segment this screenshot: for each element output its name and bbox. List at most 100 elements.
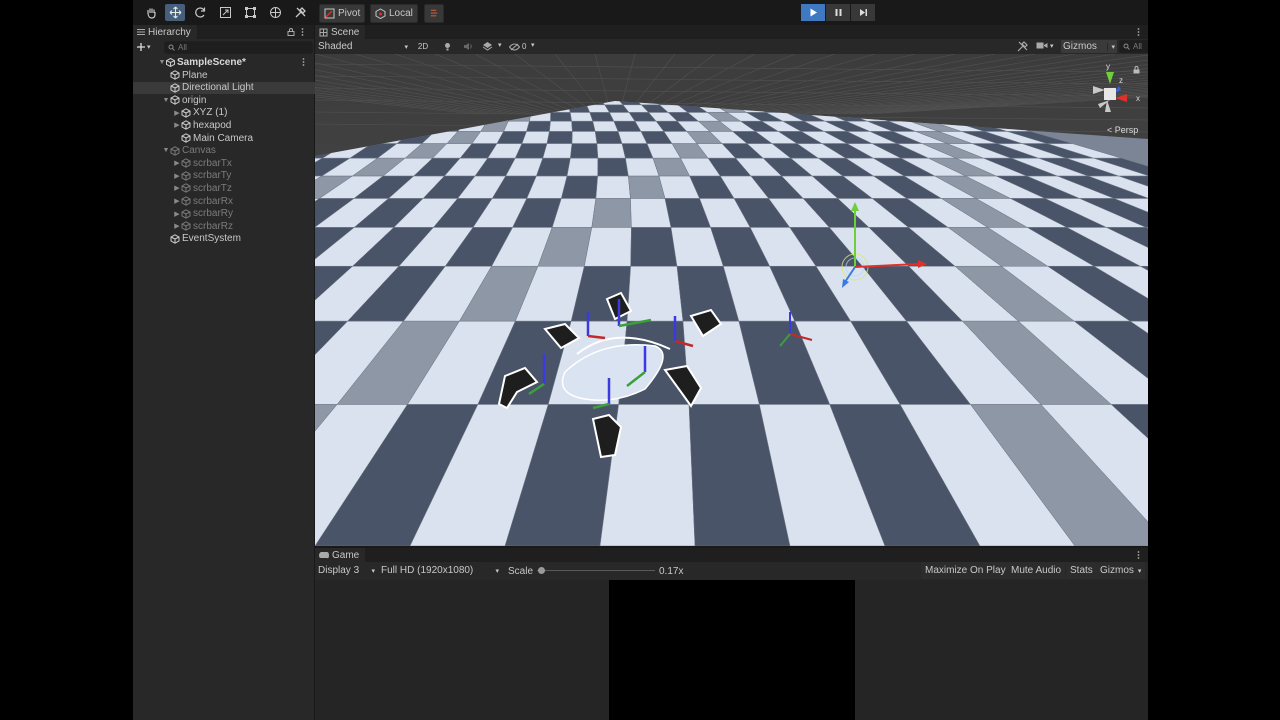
lock-icon[interactable] — [1133, 66, 1140, 74]
hidden-objects-toggle[interactable]: 0 — [509, 40, 526, 53]
lighting-icon[interactable] — [443, 42, 452, 51]
floor-tile — [546, 131, 573, 144]
projection-label[interactable]: < Persp — [1107, 125, 1138, 135]
expand-arrow-icon: ▼ — [158, 58, 166, 66]
hierarchy-search-input[interactable]: All — [164, 41, 313, 54]
floor-tile — [503, 120, 530, 132]
floor-tile — [570, 143, 599, 159]
grid-snap-button[interactable] — [424, 4, 444, 23]
scale-slider-handle[interactable] — [538, 567, 545, 574]
local-icon — [375, 8, 386, 19]
game-panel: Game Display 3 ▾ Full HD (1920x1080) ▾ S… — [315, 548, 1148, 720]
tab-game[interactable]: Game — [315, 548, 366, 562]
rect-tool-button[interactable] — [241, 4, 259, 21]
stats-toggle[interactable]: Stats — [1066, 562, 1097, 579]
gamepad-icon — [319, 552, 329, 559]
pivot-icon — [324, 8, 335, 19]
expand-arrow-icon[interactable]: ▶ — [173, 121, 181, 129]
game-gizmos-dropdown[interactable]: Gizmos ▾ — [1096, 562, 1146, 579]
hierarchy-item[interactable]: ▼ origin — [133, 94, 343, 106]
move-icon — [169, 6, 181, 19]
effects-icon[interactable] — [482, 41, 493, 51]
chevron-down-icon[interactable]: ▾ — [498, 41, 502, 49]
camera-settings-dropdown[interactable]: ▾ — [1036, 41, 1054, 50]
hierarchy-item[interactable]: EventSystem — [133, 233, 343, 245]
gameobject-cube-icon — [181, 108, 191, 118]
display-value: Display 3 — [318, 565, 360, 576]
pivot-toggle[interactable]: Pivot — [319, 4, 366, 23]
expand-arrow-icon[interactable]: ▶ — [173, 159, 181, 167]
scene-toolbar: Shaded ▾ 2D ▾ 0 ▾ ▾ Gizmos ▾ All — [315, 39, 1148, 54]
floor-tile — [571, 131, 598, 144]
more-options-icon[interactable] — [301, 28, 304, 36]
floor-tile — [550, 112, 572, 122]
tools-icon[interactable] — [1017, 41, 1028, 52]
resolution-dropdown[interactable]: Full HD (1920x1080) ▾ — [381, 564, 499, 577]
gizmos-dropdown[interactable]: Gizmos ▾ — [1061, 40, 1117, 53]
hierarchy-item-label: hexapod — [193, 119, 232, 131]
rotate-tool-button[interactable] — [191, 4, 209, 21]
maximize-on-play-toggle[interactable]: Maximize On Play — [921, 562, 1010, 579]
hierarchy-item-label: Directional Light — [182, 82, 254, 94]
toggle-2d-button[interactable]: 2D — [414, 40, 432, 53]
scale-slider-track[interactable] — [537, 570, 655, 571]
floor-tile — [596, 143, 626, 159]
hierarchy-item[interactable]: Directional Light — [133, 81, 343, 94]
game-gizmos-label: Gizmos — [1100, 565, 1134, 576]
pause-button[interactable] — [826, 4, 850, 21]
expand-arrow-icon[interactable]: ▶ — [173, 109, 181, 117]
expand-arrow-icon[interactable]: ▶ — [173, 210, 181, 218]
gameobject-cube-icon — [170, 234, 180, 244]
scene-more-icon[interactable] — [1137, 28, 1140, 36]
scene-root-row[interactable]: ▼ SampleScene* — [133, 56, 339, 68]
hidden-eye-icon — [509, 43, 520, 50]
hierarchy-item[interactable]: Plane — [133, 69, 343, 81]
audio-icon[interactable] — [463, 42, 473, 51]
stats-label: Stats — [1070, 565, 1093, 576]
mute-audio-toggle[interactable]: Mute Audio — [1007, 562, 1066, 579]
expand-arrow-icon[interactable]: ▶ — [173, 172, 181, 180]
scene-tab-label: Scene — [331, 26, 360, 38]
expand-arrow-icon[interactable]: ▶ — [173, 222, 181, 230]
expand-arrow-icon[interactable]: ▶ — [173, 184, 181, 192]
tab-scene[interactable]: Scene — [315, 25, 366, 39]
floor-tile — [549, 120, 573, 132]
game-more-icon[interactable] — [1137, 551, 1140, 559]
transform-tool-button[interactable] — [266, 4, 284, 21]
play-controls — [801, 4, 875, 21]
scale-tool-button[interactable] — [216, 4, 234, 21]
scene-search-input[interactable]: All — [1119, 40, 1148, 53]
expand-arrow-icon[interactable]: ▼ — [162, 147, 170, 154]
scale-value: 0.17x — [659, 566, 684, 577]
lock-icon[interactable] — [287, 28, 295, 36]
game-view[interactable] — [315, 580, 1148, 720]
create-button[interactable]: ▾ — [136, 40, 151, 53]
shading-mode-value: Shaded — [318, 41, 353, 52]
scene-viewport[interactable]: y x z < Persp — [315, 54, 1148, 546]
hierarchy-item[interactable]: ▼ Canvas — [133, 145, 343, 157]
local-toggle[interactable]: Local — [370, 4, 418, 23]
custom-tool-button[interactable] — [291, 4, 309, 21]
gizmos-label: Gizmos — [1063, 41, 1097, 52]
game-tabbar: Game — [315, 548, 1148, 562]
gameobject-cube-icon — [181, 221, 191, 231]
floor-tile — [630, 227, 678, 267]
shading-mode-dropdown[interactable]: Shaded ▾ — [318, 40, 408, 53]
display-dropdown[interactable]: Display 3 ▾ — [318, 564, 375, 577]
expand-arrow-icon[interactable]: ▼ — [162, 97, 170, 104]
hand-tool-button[interactable] — [142, 4, 160, 21]
step-button[interactable] — [851, 4, 875, 21]
tab-hierarchy[interactable]: Hierarchy — [133, 25, 197, 39]
play-button[interactable] — [801, 4, 825, 21]
hidden-count: 0 — [522, 42, 527, 51]
expand-arrow-icon[interactable]: ▶ — [173, 197, 181, 205]
unity-scene-icon — [166, 57, 175, 67]
floor-tile — [571, 120, 596, 132]
chevron-down-icon: ▾ — [1137, 567, 1142, 575]
hierarchy-tabbar: Hierarchy — [133, 25, 314, 39]
scene-options-icon[interactable] — [302, 58, 305, 66]
chevron-down-icon[interactable]: ▾ — [531, 41, 535, 49]
move-tool-button[interactable] — [165, 4, 185, 21]
orientation-gizmo[interactable]: y x z < Persp — [1083, 62, 1143, 142]
step-icon — [859, 9, 867, 16]
